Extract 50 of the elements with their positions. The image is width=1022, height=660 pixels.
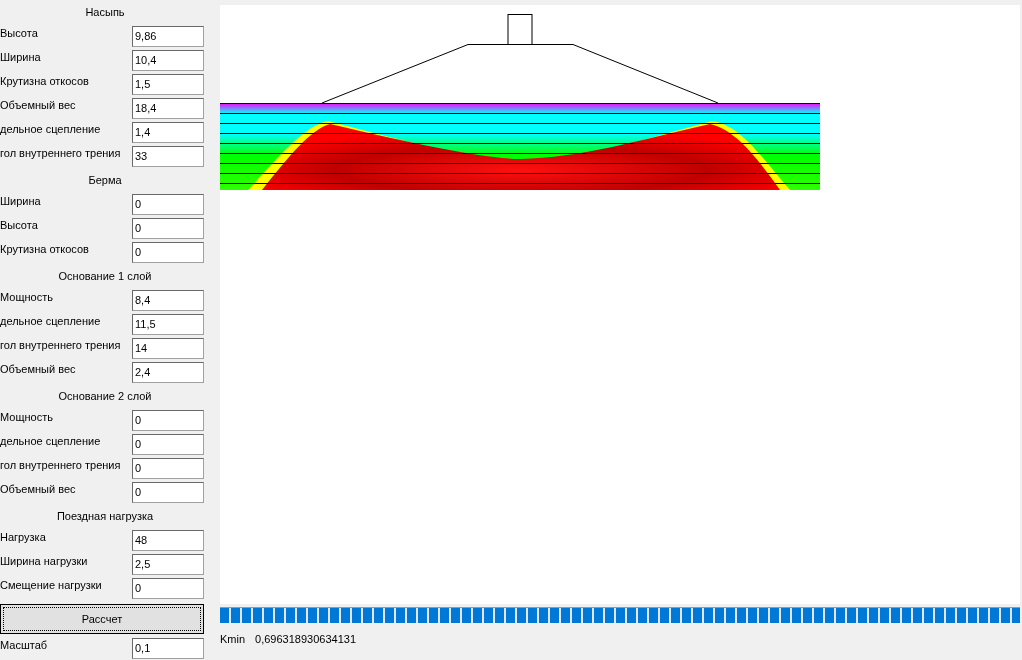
input-field[interactable]: 10,4 bbox=[132, 49, 204, 71]
field-label: Ширина нагрузки bbox=[0, 553, 88, 569]
field-label: Объемный вес bbox=[0, 97, 76, 113]
field-label: дельное сцепление bbox=[0, 313, 101, 329]
input-field[interactable]: 0 bbox=[132, 409, 204, 431]
result-label: Kmin bbox=[220, 632, 246, 647]
field-label: Объемный вес bbox=[0, 361, 76, 377]
calculate-button[interactable]: Рассчет bbox=[0, 604, 204, 634]
field-label: Смещение нагрузки bbox=[0, 577, 102, 593]
field-label: Ширина bbox=[0, 193, 41, 209]
field-label: дельное сцепление bbox=[0, 121, 101, 137]
field-label: дельное сцепление bbox=[0, 433, 101, 449]
input-field[interactable]: 2,5 bbox=[132, 553, 204, 575]
field-label: Мощность bbox=[0, 289, 53, 305]
input-field[interactable]: 0 bbox=[132, 193, 204, 215]
input-field[interactable]: 1,5 bbox=[132, 73, 204, 95]
field-label: Высота bbox=[0, 217, 38, 233]
field-label: Мощность bbox=[0, 409, 53, 425]
input-field[interactable]: 0,1 bbox=[132, 637, 204, 659]
input-field[interactable]: 18,4 bbox=[132, 97, 204, 119]
section-title: Насыпь bbox=[85, 6, 125, 18]
field-label: Крутизна откосов bbox=[0, 73, 89, 89]
section-title: Поездная нагрузка bbox=[56, 510, 154, 522]
input-field[interactable]: 0 bbox=[132, 241, 204, 263]
section-title: Берма bbox=[88, 174, 122, 186]
field-label: гол внутреннего трения bbox=[0, 457, 121, 473]
section-title: Основание 2 слой bbox=[58, 390, 152, 402]
result-value: 0,696318930634131 bbox=[255, 632, 356, 647]
field-label: Нагрузка bbox=[0, 529, 46, 545]
input-field[interactable]: 9,86 bbox=[132, 25, 204, 47]
field-label: Масштаб bbox=[0, 637, 48, 653]
input-field[interactable]: 1,4 bbox=[132, 121, 204, 143]
field-label: Крутизна откосов bbox=[0, 241, 89, 257]
field-label: Объемный вес bbox=[0, 481, 76, 497]
section-title: Основание 1 слой bbox=[58, 270, 152, 282]
input-field[interactable]: 14 bbox=[132, 337, 204, 359]
field-label: Ширина bbox=[0, 49, 41, 65]
input-field[interactable]: 11,5 bbox=[132, 313, 204, 335]
input-field[interactable]: 0 bbox=[132, 457, 204, 479]
input-field[interactable]: 33 bbox=[132, 145, 204, 167]
input-field[interactable]: 2,4 bbox=[132, 361, 204, 383]
field-label: Высота bbox=[0, 25, 38, 41]
input-field[interactable]: 48 bbox=[132, 529, 204, 551]
field-label: гол внутреннего трения bbox=[0, 337, 121, 353]
input-field[interactable]: 0 bbox=[132, 577, 204, 599]
input-field[interactable]: 8,4 bbox=[132, 289, 204, 311]
field-label: гол внутреннего трения bbox=[0, 145, 121, 161]
input-field[interactable]: 0 bbox=[132, 217, 204, 239]
input-field[interactable]: 0 bbox=[132, 433, 204, 455]
input-field[interactable]: 0 bbox=[132, 481, 204, 503]
